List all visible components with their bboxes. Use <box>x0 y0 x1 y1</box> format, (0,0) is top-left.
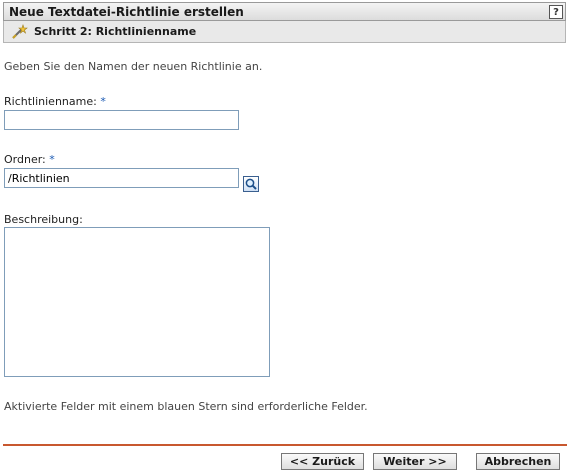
name-required-star: * <box>100 95 106 108</box>
folder-label: Ordner: * <box>4 153 55 166</box>
title-bar: Neue Textdatei-Richtlinie erstellen ? <box>3 2 566 21</box>
wizard-header: Neue Textdatei-Richtlinie erstellen ? Sc… <box>3 2 566 43</box>
folder-input[interactable] <box>4 168 239 188</box>
browse-folder-button[interactable] <box>243 176 259 192</box>
required-fields-note: Aktivierte Felder mit einem blauen Stern… <box>4 400 368 413</box>
step-bar: Schritt 2: Richtlinienname <box>3 21 566 43</box>
description-label: Beschreibung: <box>4 213 83 226</box>
help-button[interactable]: ? <box>549 4 563 19</box>
description-textarea[interactable] <box>4 227 270 377</box>
folder-required-star: * <box>49 153 55 166</box>
magnifier-icon <box>245 178 257 190</box>
name-label: Richtlinienname: * <box>4 95 106 108</box>
folder-label-text: Ordner: <box>4 153 46 166</box>
cancel-button[interactable]: Abbrechen <box>476 453 560 470</box>
wizard-title: Neue Textdatei-Richtlinie erstellen <box>9 4 244 19</box>
next-button[interactable]: Weiter >> <box>373 453 457 470</box>
intro-text: Geben Sie den Namen der neuen Richtlinie… <box>4 60 263 73</box>
back-button[interactable]: << Zurück <box>281 453 364 470</box>
wand-icon <box>12 23 28 39</box>
policy-name-input[interactable] <box>4 110 239 130</box>
footer-divider <box>3 444 567 446</box>
step-title: Schritt 2: Richtlinienname <box>34 25 197 38</box>
name-label-text: Richtlinienname: <box>4 95 97 108</box>
